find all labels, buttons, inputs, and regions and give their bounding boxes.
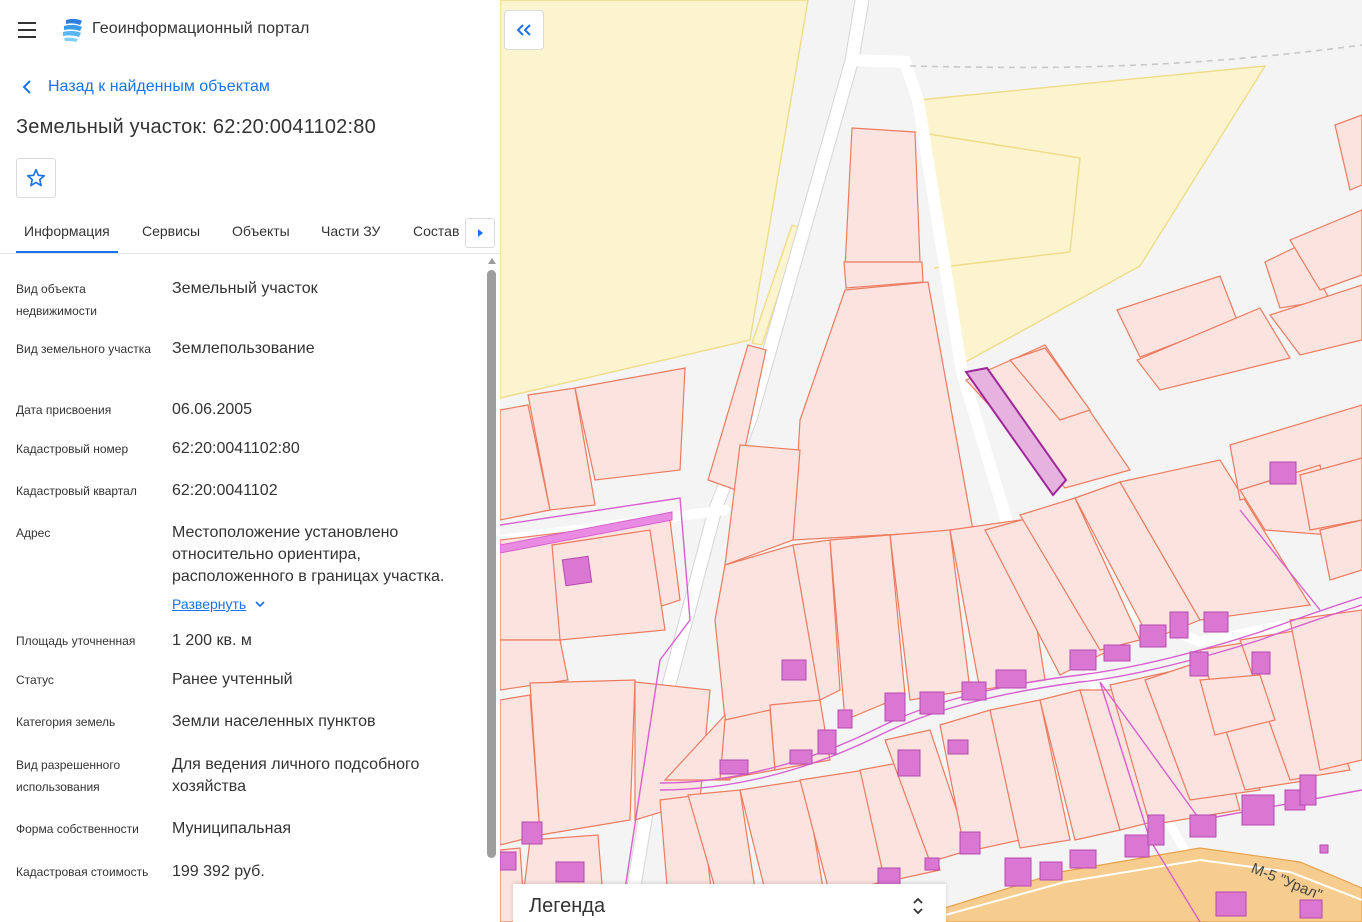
attribute-list: Вид объекта недвижимости Земельный участ… [0, 258, 486, 922]
back-link-label: Назад к найденным объектам [48, 78, 270, 95]
field-label: Категория земель [16, 715, 116, 729]
field-label: Дата присвоения [16, 403, 112, 417]
field-value: Муниципальная [172, 820, 292, 837]
tab-parts[interactable]: Части ЗУ [321, 212, 380, 252]
field-value: 06.06.2005 [172, 401, 253, 418]
tab-bar: Информация Сервисы Объекты Части ЗУ Сост… [0, 212, 500, 254]
favorite-button[interactable] [16, 158, 56, 198]
field-label: Вид разрешенного использования [16, 758, 121, 794]
object-info-panel: Геоинформационный портал Назад к найденн… [0, 0, 500, 922]
field-value: Землепользование [172, 340, 315, 357]
tabs-scroll-right-button[interactable] [465, 218, 495, 248]
double-chevron-left-icon [516, 24, 531, 36]
portal-title: Геоинформационный портал [92, 20, 310, 37]
field-value: 62:20:0041102 [172, 482, 278, 499]
tab-objects[interactable]: Объекты [232, 212, 290, 252]
page-title: Земельный участок: 62:20:0041102:80 [16, 116, 376, 138]
chevron-left-icon [22, 80, 31, 94]
collapse-panel-button[interactable] [504, 10, 544, 50]
field-label: Площадь уточненная [16, 634, 136, 648]
tab-services[interactable]: Сервисы [142, 212, 200, 252]
tab-info[interactable]: Информация [16, 212, 118, 253]
panel-scrollbar[interactable] [486, 256, 498, 922]
scrollbar-thumb[interactable] [487, 270, 496, 858]
field-label: Вид объекта недвижимости [16, 282, 97, 318]
back-to-results-link[interactable]: Назад к найденным объектам [16, 76, 270, 98]
cadastral-map[interactable]: М-5 "Урал" Легенда [500, 0, 1362, 922]
field-label: Кадастровый номер [16, 442, 129, 456]
expand-address-button[interactable]: Развернуть [172, 594, 266, 614]
field-value: Для ведения личного подсобного хозяйства [172, 756, 420, 795]
hamburger-menu-icon[interactable] [16, 19, 40, 41]
field-value: 199 392 руб. [172, 863, 265, 880]
field-value: 62:20:0041102:80 [172, 440, 300, 457]
field-label: Статус [16, 673, 54, 687]
field-value: 1 200 кв. м [172, 632, 252, 649]
legend-toggle[interactable]: Легенда [513, 884, 946, 922]
field-label: Кадастровая стоимость [16, 865, 149, 879]
top-bar: Геоинформационный портал [0, 0, 500, 60]
portal-logo-icon [63, 18, 82, 42]
legend-title: Легенда [529, 895, 606, 917]
expand-label: Развернуть [172, 596, 247, 612]
scroll-up-arrow-icon[interactable] [488, 258, 496, 264]
field-label: Адрес [16, 526, 51, 540]
field-value: Земельный участок [172, 280, 318, 297]
chevron-down-icon [255, 601, 265, 608]
field-label: Форма собственности [16, 822, 139, 836]
map-canvas[interactable] [500, 0, 1362, 922]
field-label: Вид земельного участка [16, 342, 151, 356]
tab-composition[interactable]: Состав [413, 212, 459, 252]
field-value: Земли населенных пунктов [172, 713, 376, 730]
field-value: Ранее учтенный [172, 671, 293, 688]
star-outline-icon [26, 168, 46, 187]
boundary-dashed-line [909, 44, 1362, 69]
chevron-up-down-icon [913, 897, 923, 915]
caret-right-icon [478, 229, 483, 237]
address-value: Местоположение установлено относительно … [172, 524, 445, 585]
field-label: Кадастровый квартал [16, 484, 137, 498]
